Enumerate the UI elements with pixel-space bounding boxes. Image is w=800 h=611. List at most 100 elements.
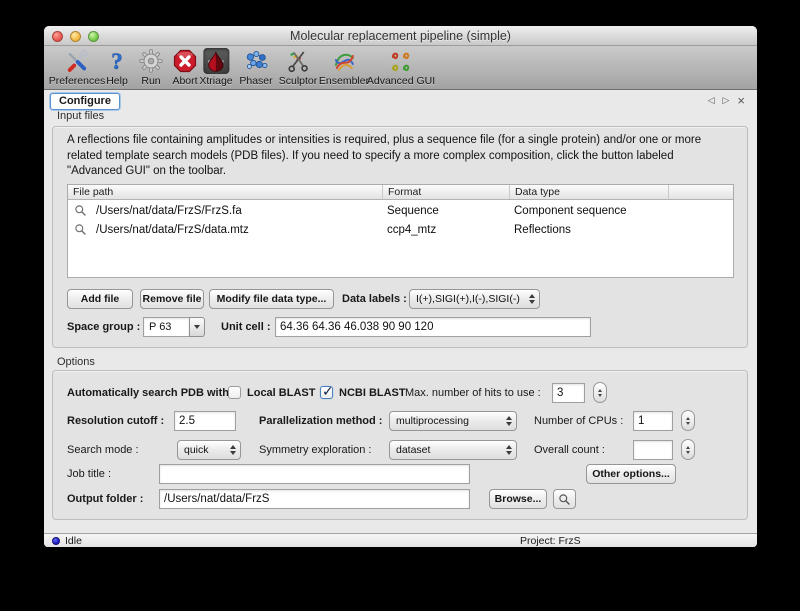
project-label: Project: FrzS xyxy=(520,534,581,548)
svg-text:?: ? xyxy=(111,49,123,73)
space-group-label: Space group : xyxy=(67,317,140,337)
options-groupbox: Automatically search PDB with : Local BL… xyxy=(52,370,748,520)
status-bar: Idle Project: FrzS xyxy=(44,533,757,547)
column-header-data-type[interactable]: Data type xyxy=(510,185,669,199)
toolbar-item-run[interactable]: Run xyxy=(138,48,164,87)
num-cpus-input[interactable] xyxy=(633,411,673,431)
max-hits-input[interactable] xyxy=(552,383,585,403)
magnifier-icon[interactable] xyxy=(68,204,96,217)
local-blast-checkbox[interactable] xyxy=(228,386,241,399)
toolbar-item-label: Xtriage xyxy=(199,75,232,87)
search-mode-select[interactable]: quick xyxy=(177,440,241,460)
file-path-cell: /Users/nat/data/FrzS/FrzS.fa xyxy=(96,205,383,217)
parallelization-select[interactable]: multiprocessing xyxy=(389,411,517,431)
num-cpus-label: Number of CPUs : xyxy=(534,411,623,431)
num-cpus-stepper[interactable] xyxy=(681,410,695,431)
unit-cell-input[interactable] xyxy=(275,317,591,337)
file-path-cell: /Users/nat/data/FrzS/data.mtz xyxy=(96,224,383,236)
output-folder-input[interactable] xyxy=(159,489,470,509)
add-file-button[interactable]: Add file xyxy=(67,289,133,309)
tab-configure[interactable]: Configure xyxy=(50,93,120,110)
toolbar-item-label: Ensembler xyxy=(319,75,369,87)
max-hits-label: Max. number of hits to use : xyxy=(405,383,541,403)
table-row[interactable]: /Users/nat/data/FrzS/data.mtz ccp4_mtz R… xyxy=(68,221,733,238)
space-group-combo[interactable]: P 63 xyxy=(143,317,205,337)
column-header-format[interactable]: Format xyxy=(383,185,510,199)
toolbar-item-label: Help xyxy=(106,75,128,87)
question-icon: ? xyxy=(104,48,130,74)
toolbar-item-abort[interactable]: Abort xyxy=(172,48,198,87)
close-tab-icon[interactable]: × xyxy=(737,96,745,106)
symmetry-value: dataset xyxy=(390,441,502,459)
data-labels-select[interactable]: I(+),SIGI(+),I(-),SIGI(-) xyxy=(409,289,540,309)
symmetry-select[interactable]: dataset xyxy=(389,440,517,460)
minimize-window-button[interactable] xyxy=(70,31,81,42)
molecule-icon xyxy=(243,48,269,74)
magnifier-icon[interactable] xyxy=(68,223,96,236)
toolbar-item-ensembler[interactable]: Ensembler xyxy=(319,48,369,87)
format-cell: ccp4_mtz xyxy=(383,224,510,236)
search-mode-label: Search mode : xyxy=(67,440,139,460)
data-type-cell: Component sequence xyxy=(510,205,733,217)
file-table: File path Format Data type /Users/nat/da… xyxy=(67,184,734,278)
parallelization-method-label: Parallelization method : xyxy=(259,411,382,431)
table-row[interactable]: /Users/nat/data/FrzS/FrzS.fa Sequence Co… xyxy=(68,202,733,219)
popup-arrows-icon xyxy=(502,441,516,459)
toolbar-item-xtriage[interactable]: Xtriage xyxy=(199,48,232,87)
close-window-button[interactable] xyxy=(52,31,63,42)
dropdown-arrow-icon[interactable] xyxy=(189,317,205,337)
data-type-cell: Reflections xyxy=(510,224,733,236)
space-group-value: P 63 xyxy=(143,317,189,337)
symmetry-exploration-label: Symmetry exploration : xyxy=(259,440,371,460)
search-folder-button[interactable] xyxy=(553,489,576,509)
ncbi-blast-checkbox[interactable] xyxy=(320,386,333,399)
toolbar-item-label: Abort xyxy=(172,75,197,87)
tools-icon xyxy=(64,48,90,74)
toolbar-item-help[interactable]: ? Help xyxy=(104,48,130,87)
format-cell: Sequence xyxy=(383,205,510,217)
stop-icon xyxy=(172,48,198,74)
toolbar-item-label: Run xyxy=(141,75,160,87)
input-files-description: A reflections file containing amplitudes… xyxy=(67,133,723,180)
toolbar: Preferences ? Help xyxy=(44,46,757,90)
toolbar-item-label: Sculptor xyxy=(279,75,318,87)
toolbar-item-advanced-gui[interactable]: Advanced GUI xyxy=(367,48,435,87)
job-title-label: Job title : xyxy=(67,464,111,484)
nav-back-icon[interactable]: ◁ xyxy=(708,95,715,106)
unit-cell-label: Unit cell : xyxy=(221,317,271,337)
output-folder-label: Output folder : xyxy=(67,489,143,509)
toolbar-item-phaser[interactable]: Phaser xyxy=(239,48,272,87)
popup-arrows-icon xyxy=(226,441,240,459)
ribbon-grid-icon xyxy=(388,48,414,74)
status-indicator-icon xyxy=(52,537,60,545)
max-hits-stepper[interactable] xyxy=(593,382,607,403)
toolbar-item-label: Preferences xyxy=(49,75,106,87)
overall-count-stepper[interactable] xyxy=(681,439,695,460)
job-title-input[interactable] xyxy=(159,464,470,484)
overall-count-input[interactable] xyxy=(633,440,673,460)
resolution-cutoff-label: Resolution cutoff : xyxy=(67,411,164,431)
ncbi-blast-label: NCBI BLAST xyxy=(339,383,406,403)
parallelization-value: multiprocessing xyxy=(390,412,502,430)
data-labels-value: I(+),SIGI(+),I(-),SIGI(-) xyxy=(410,290,525,308)
auto-search-label: Automatically search PDB with : xyxy=(67,383,236,403)
browse-button[interactable]: Browse... xyxy=(489,489,547,509)
toolbar-item-label: Advanced GUI xyxy=(367,75,435,87)
options-section-label: Options xyxy=(57,356,95,368)
zoom-window-button[interactable] xyxy=(88,31,99,42)
toolbar-item-preferences[interactable]: Preferences xyxy=(49,48,106,87)
resolution-cutoff-input[interactable] xyxy=(174,411,236,431)
droplet-icon xyxy=(203,48,229,74)
nav-forward-icon[interactable]: ▷ xyxy=(722,95,729,106)
popup-arrows-icon xyxy=(525,290,539,308)
remove-file-button[interactable]: Remove file xyxy=(140,289,204,309)
status-text: Idle xyxy=(65,534,82,548)
toolbar-item-label: Phaser xyxy=(239,75,272,87)
traffic-lights xyxy=(52,31,99,42)
column-header-blank xyxy=(669,185,733,199)
file-table-header: File path Format Data type xyxy=(68,185,733,200)
other-options-button[interactable]: Other options... xyxy=(586,464,676,484)
column-header-file-path[interactable]: File path xyxy=(68,185,383,199)
modify-file-data-type-button[interactable]: Modify file data type... xyxy=(209,289,334,309)
toolbar-item-sculptor[interactable]: Sculptor xyxy=(279,48,318,87)
